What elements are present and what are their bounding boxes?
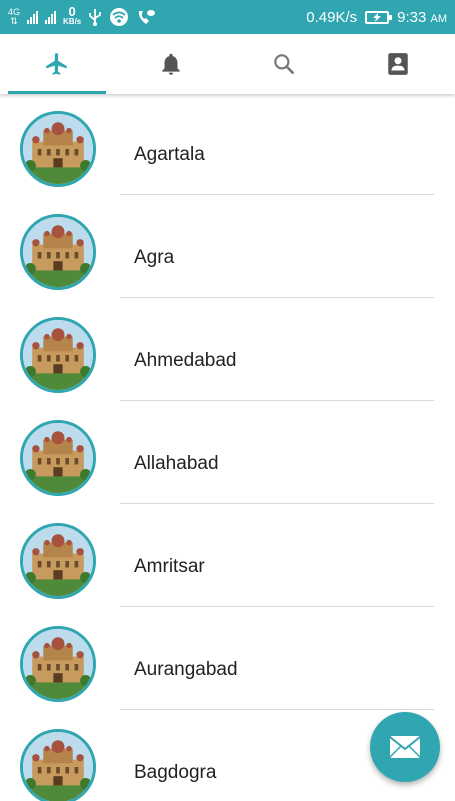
palace-image [23,629,93,699]
divider [120,709,434,710]
status-right: 0.49K/s 9:33 AM [306,9,447,26]
mail-icon [389,736,421,758]
city-list-item[interactable]: Allahabad [0,403,455,506]
city-name: Allahabad [134,453,219,474]
bell-icon [161,53,180,75]
tab-contacts[interactable] [341,34,455,94]
palace-image [23,114,93,184]
clock: 9:33 AM [397,9,447,26]
divider [120,606,434,607]
status-left: 4G ⇅ 0 KB/s [8,4,156,27]
city-avatar [20,626,96,702]
divider [120,297,434,298]
usb-icon [89,9,102,26]
city-list-item[interactable]: Amritsar [0,506,455,609]
contact-icon [388,53,408,75]
city-avatar [20,214,96,290]
app-screen: 4G ⇅ 0 KB/s 0.49K/s 9:33 AM Agartala Agr… [0,0,455,801]
data-rate-indicator: 0 KB/s [63,4,82,27]
city-avatar [20,420,96,496]
call-icon [139,10,156,24]
palace-image [23,526,93,596]
signal-strength-2-icon [45,10,57,24]
clock-time: 9:33 [397,8,427,26]
city-name: Amritsar [134,556,205,577]
city-list-item[interactable]: Aurangabad [0,609,455,712]
clock-ampm: AM [430,12,448,25]
city-name: Ahmedabad [134,350,237,371]
wifi-icon [110,8,129,26]
city-list-item[interactable]: Agartala [0,94,455,197]
city-name: Agra [134,247,175,268]
battery-charging-icon [365,10,393,24]
search-icon [274,54,295,74]
tab-notifications[interactable] [114,34,228,94]
network-speed: 0.49K/s [306,8,358,26]
city-name: Agartala [134,144,205,165]
status-bar: 4G ⇅ 0 KB/s 0.49K/s 9:33 AM [0,0,455,34]
tab-search[interactable] [228,34,342,94]
city-avatar [20,317,96,393]
city-list: Agartala Agra Ahmedabad Allahabad Amrits… [0,94,455,801]
mail-fab-button[interactable] [370,712,440,782]
divider [120,503,434,504]
city-avatar [20,523,96,599]
palace-image [23,732,93,801]
city-avatar [20,111,96,187]
city-name: Aurangabad [134,659,238,680]
divider [120,400,434,401]
city-list-item[interactable]: Agra [0,197,455,300]
airplane-icon [46,53,67,75]
network-type-indicator: 4G ⇅ [8,8,20,26]
tab-bar [0,34,455,94]
signal-strength-icon [27,10,39,24]
tab-flights[interactable] [0,34,114,94]
city-avatar [20,729,96,801]
divider [120,194,434,195]
data-rate-value: 0 [68,4,76,19]
palace-image [23,423,93,493]
data-arrows-icon: ⇅ [10,16,18,26]
city-list-item[interactable]: Ahmedabad [0,300,455,403]
palace-image [23,320,93,390]
data-rate-unit: KB/s [63,17,82,26]
city-name: Bagdogra [134,762,217,783]
palace-image [23,217,93,287]
